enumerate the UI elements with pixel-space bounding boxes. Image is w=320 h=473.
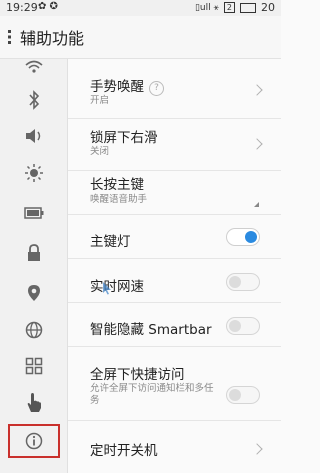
- status-bar: 19:29 ✿ ✪ ▯ull ⚹ 2 20: [0, 0, 281, 16]
- battery-level: 20: [261, 1, 275, 14]
- home-key-light-toggle[interactable]: [226, 228, 260, 246]
- sidebar-item-sound[interactable]: [0, 118, 67, 154]
- sidebar-item-wifi[interactable]: [0, 49, 67, 85]
- drawer-menu-icon[interactable]: [7, 29, 12, 45]
- setting-title: 手势唤醒?: [90, 75, 164, 96]
- wifi-icon: [24, 60, 43, 73]
- setting-row-gesture-wake[interactable]: 手势唤醒? 开启: [68, 59, 281, 119]
- status-indicators: ▯ull ⚹ 2 20: [195, 1, 275, 14]
- settings-list: 手势唤醒? 开启 锁屏下右滑 关闭 长按主键 唤醒语音助手 主键灯 实时网速 智…: [68, 59, 281, 473]
- toggle-knob: [229, 389, 241, 401]
- setting-title: 长按主键: [90, 177, 144, 193]
- lock-icon: [27, 244, 40, 261]
- sidebar-item-location[interactable]: [0, 275, 67, 311]
- info-icon: [25, 432, 42, 450]
- setting-row-scheduled-power[interactable]: 定时开关机: [68, 421, 281, 473]
- toggle-knob: [229, 320, 241, 332]
- status-time: 19:29: [6, 1, 38, 14]
- sidebar-item-apps[interactable]: [0, 348, 67, 384]
- realtime-speed-toggle[interactable]: [226, 273, 260, 291]
- cursor-icon: [103, 282, 111, 295]
- dropdown-corner-icon: [254, 202, 259, 207]
- setting-row-fullscreen-quick-access[interactable]: 全屏下快捷访问 允许全屏下访问通知栏和多任务: [68, 347, 281, 421]
- chevron-right-icon: [251, 443, 263, 455]
- setting-title: 智能隐藏 Smartbar: [90, 322, 212, 338]
- battery-icon-status: [240, 2, 256, 13]
- setting-title: 实时网速: [90, 279, 144, 295]
- setting-title: 锁屏下右滑: [90, 130, 158, 146]
- setting-row-long-press-home[interactable]: 长按主键 唤醒语音助手: [68, 171, 281, 215]
- smartbar-toggle[interactable]: [226, 317, 260, 335]
- sidebar-item-security[interactable]: [0, 235, 67, 271]
- setting-title: 全屏下快捷访问: [90, 367, 185, 383]
- sidebar-item-display[interactable]: [0, 155, 67, 191]
- setting-title: 主键灯: [90, 234, 131, 250]
- sidebar-item-language[interactable]: [0, 312, 67, 348]
- toggle-knob: [229, 276, 241, 288]
- setting-subtitle: 唤醒语音助手: [90, 194, 148, 205]
- setting-row-home-key-light[interactable]: 主键灯: [68, 215, 281, 259]
- battery-icon: [23, 207, 43, 219]
- brightness-icon: [24, 164, 43, 182]
- notification-icons: ✿ ✪: [38, 1, 58, 12]
- apps-grid-icon: [25, 357, 42, 375]
- fullscreen-quick-access-toggle[interactable]: [226, 386, 260, 404]
- setting-subtitle: 允许全屏下访问通知栏和多任务: [90, 383, 214, 406]
- chevron-right-icon: [251, 138, 263, 150]
- hand-gesture-icon: [27, 393, 41, 412]
- setting-row-lockscreen-swipe[interactable]: 锁屏下右滑 关闭: [68, 119, 281, 171]
- page-title: 辅助功能: [20, 29, 85, 48]
- globe-icon: [25, 321, 42, 339]
- bluetooth-icon: [28, 90, 39, 110]
- sidebar-item-accessibility[interactable]: [0, 385, 67, 421]
- volume-icon: [25, 129, 40, 143]
- sidebar-item-bluetooth[interactable]: [0, 82, 67, 118]
- setting-subtitle: 关闭: [90, 146, 110, 157]
- signal-icon: ▯ull ⚹: [194, 2, 219, 13]
- sidebar-item-about[interactable]: [0, 423, 67, 459]
- setting-title: 定时开关机: [90, 443, 158, 459]
- chevron-right-icon: [251, 84, 263, 96]
- setting-row-realtime-speed[interactable]: 实时网速: [68, 259, 281, 303]
- settings-category-sidebar: [0, 59, 68, 473]
- setting-row-smartbar[interactable]: 智能隐藏 Smartbar: [68, 303, 281, 347]
- sim-badge: 2: [223, 2, 235, 13]
- location-icon: [27, 285, 40, 301]
- setting-subtitle: 开启: [90, 95, 110, 106]
- sidebar-item-battery[interactable]: [0, 195, 67, 231]
- toggle-knob: [245, 231, 257, 243]
- help-icon[interactable]: ?: [149, 81, 164, 96]
